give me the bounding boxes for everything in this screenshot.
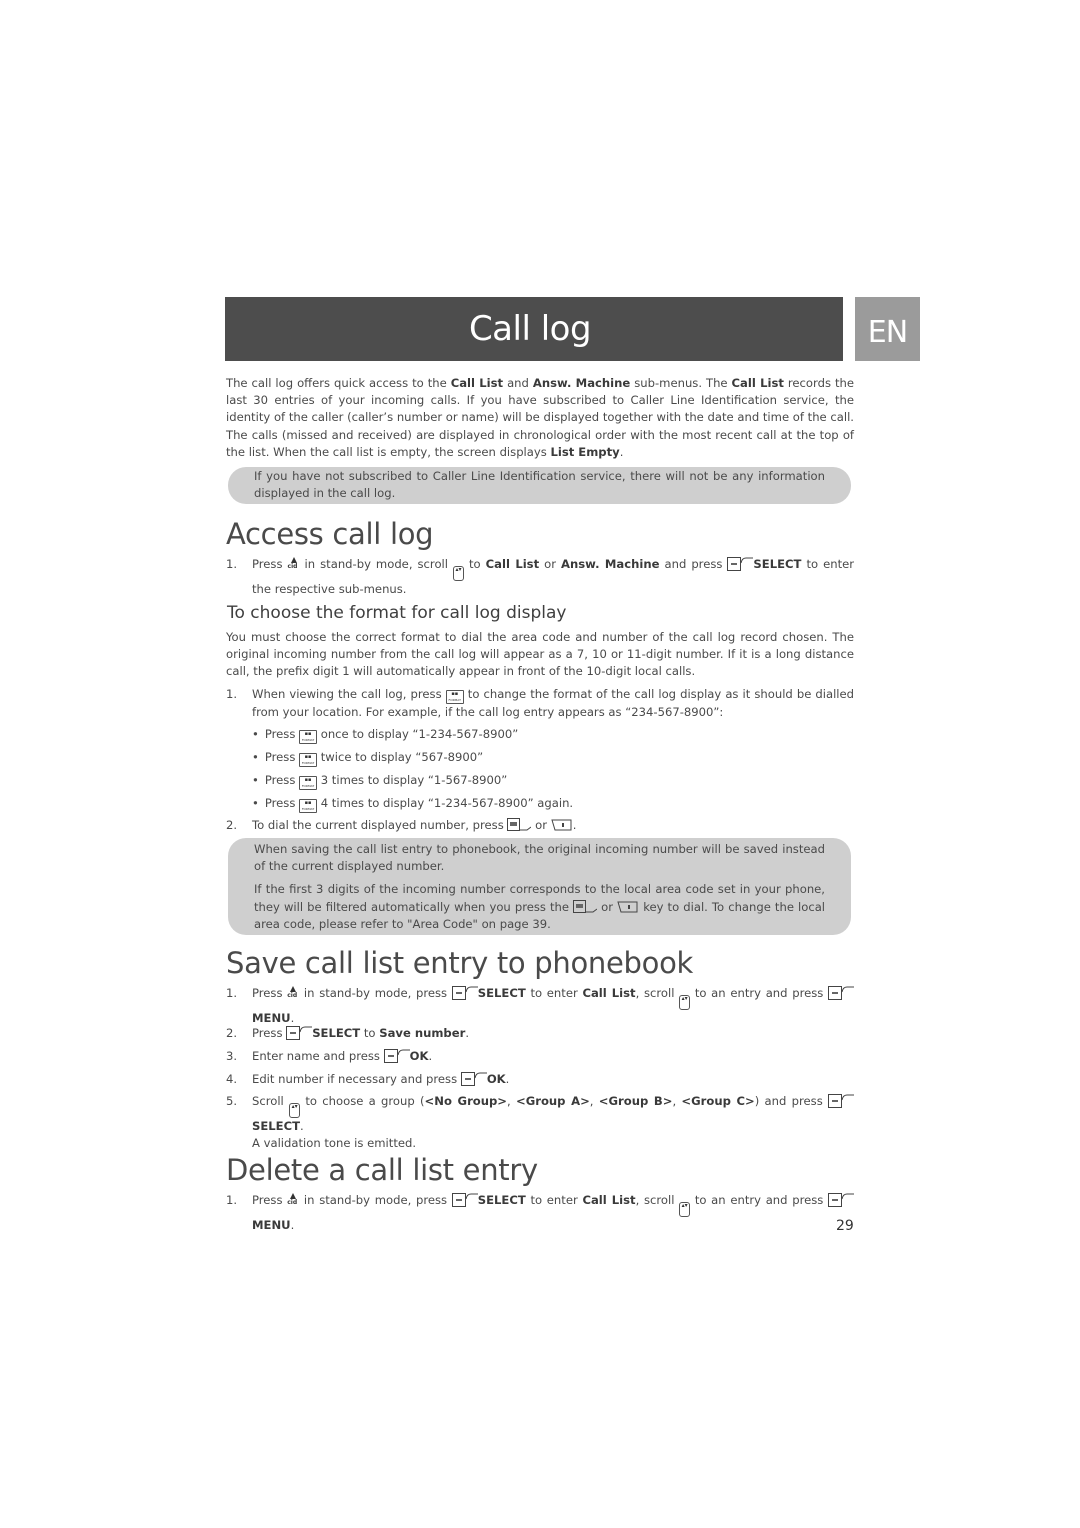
- list-item: 1. When viewing the call log, press ▪▪ FO…: [226, 687, 855, 719]
- call-log-key-icon: cid: [288, 557, 300, 571]
- softkey-icon: [828, 986, 854, 1000]
- list-item: 1. Press cid in stand-by mode, press SEL…: [226, 985, 854, 1027]
- softkey-icon: [828, 1094, 855, 1108]
- list-item: 3. Enter name and press OK.: [226, 1049, 433, 1063]
- list-item: 5. Scroll ▴▾ to choose a group (<No Grou…: [226, 1093, 855, 1152]
- note-box: If you have not subscribed to Caller Lin…: [228, 467, 851, 504]
- softkey-icon: [451, 986, 478, 1000]
- page-number: 29: [836, 1218, 854, 1234]
- list-item: • Press ▪▪ FORMAT twice to display “567-89…: [252, 750, 484, 767]
- softkey-icon: [383, 1049, 410, 1063]
- section-heading-save-to-phonebook: Save call list entry to phonebook: [226, 946, 694, 980]
- format-key-icon: ▪▪ FORMAT: [445, 690, 464, 704]
- manual-page: Call log EN The call log offers quick ac…: [0, 0, 1080, 1528]
- list-item: 4. Edit number if necessary and press OK…: [226, 1072, 510, 1086]
- list-item: 2. Press SELECT to Save number.: [226, 1026, 470, 1040]
- format-paragraph: You must choose the correct format to di…: [226, 630, 854, 679]
- softkey-icon: [828, 1193, 854, 1207]
- list-item: 1. Press cid in stand-by mode, scroll ▴▾…: [226, 557, 855, 596]
- note-text: If you have not subscribed to Caller Lin…: [254, 469, 825, 501]
- note-box: When saving the call list entry to phone…: [228, 838, 851, 935]
- note-text: If the first 3 digits of the incoming nu…: [254, 882, 826, 931]
- speaker-key-icon: [617, 900, 639, 914]
- scroll-key-icon: ▴▾: [679, 1202, 691, 1217]
- section-heading-delete-entry: Delete a call list entry: [226, 1153, 538, 1187]
- scroll-key-icon: ▴▾: [289, 1103, 301, 1118]
- page-title: Call log: [468, 309, 592, 349]
- softkey-icon: [286, 1026, 313, 1040]
- page-title-bar: Call log: [225, 297, 843, 361]
- format-key-icon: ▪▪ FORMAT: [299, 776, 318, 790]
- validation-note: A validation tone is emitted.: [252, 1136, 417, 1151]
- language-badge: EN: [855, 297, 920, 361]
- speaker-key-icon: [551, 818, 573, 832]
- scroll-key-icon: ▴▾: [453, 566, 464, 581]
- list-item: • Press ▪▪ FORMAT 4 times to display “1-23…: [252, 796, 574, 813]
- call-log-key-icon: cid: [287, 1193, 299, 1207]
- format-key-icon: ▪▪ FORMAT: [299, 753, 318, 767]
- talk-key-icon: [507, 818, 532, 832]
- list-item: 2. To dial the current displayed number,…: [226, 818, 577, 832]
- call-log-key-icon: cid: [287, 986, 299, 1000]
- talk-key-icon: [573, 899, 598, 914]
- section-heading-access-call-log: Access call log: [226, 517, 434, 551]
- list-item: • Press ▪▪ FORMAT once to display “1-234-5…: [252, 727, 519, 744]
- softkey-icon: [460, 1072, 487, 1086]
- intro-paragraph: The call log offers quick access to the …: [226, 376, 854, 459]
- softkey-icon: [451, 1193, 478, 1207]
- format-key-icon: ▪▪ FORMAT: [299, 730, 318, 744]
- format-key-icon: ▪▪ FORMAT: [299, 799, 318, 813]
- note-text: When saving the call list entry to phone…: [254, 842, 825, 874]
- scroll-key-icon: ▴▾: [679, 995, 691, 1010]
- list-item: • Press ▪▪ FORMAT 3 times to display “1-56…: [252, 773, 508, 790]
- list-item: 1. Press cid in stand-by mode, press SEL…: [226, 1192, 854, 1234]
- softkey-icon: [727, 557, 754, 571]
- subsection-heading-format: To choose the format for call log displa…: [227, 603, 567, 623]
